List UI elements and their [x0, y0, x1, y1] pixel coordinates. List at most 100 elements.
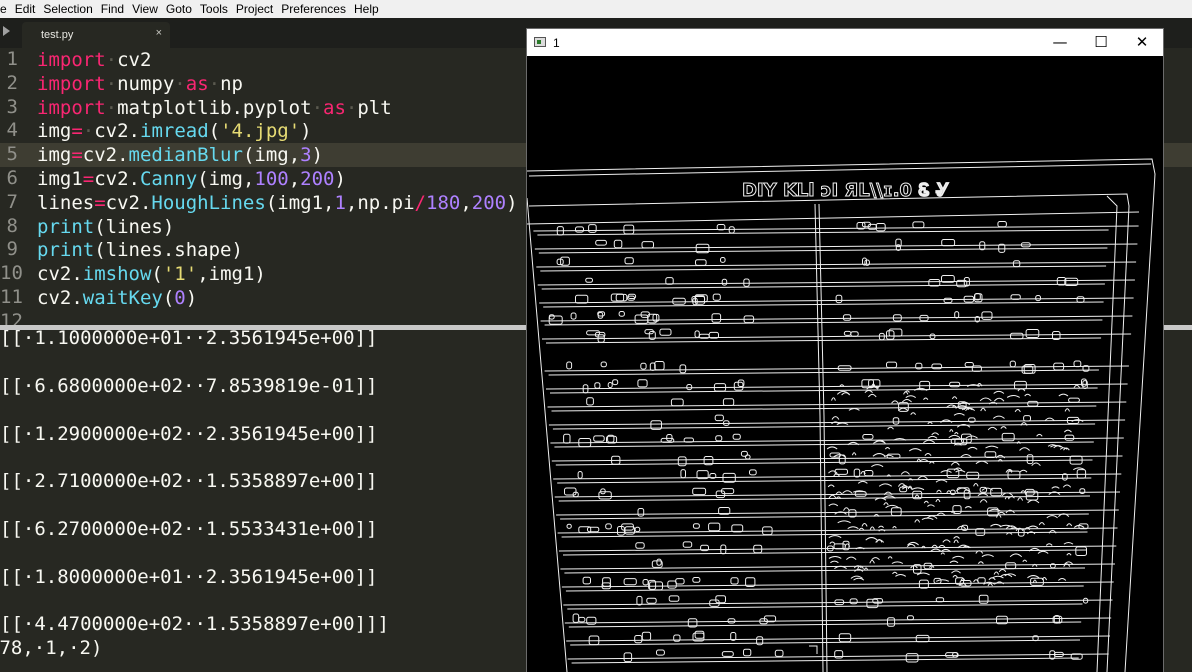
code-token: waitKey [82, 286, 163, 309]
code-token: · [105, 49, 118, 71]
menu-item-edit[interactable]: Edit [11, 2, 40, 16]
line-number: 3 [6, 95, 18, 118]
menu-item-e[interactable]: e [0, 2, 11, 16]
tab-close-icon[interactable]: × [156, 27, 162, 39]
window-title: 1 [553, 36, 560, 50]
code-line[interactable]: img=·cv2.imread('4.jpg') [37, 120, 518, 144]
menu-item-selection[interactable]: Selection [39, 2, 96, 16]
line-number: 10 [0, 262, 23, 285]
code-token: as [323, 96, 346, 119]
menu-item-find[interactable]: Find [97, 2, 128, 16]
code-token: = [71, 120, 83, 143]
menu-item-goto[interactable]: Goto [162, 2, 196, 16]
code-token: 200 [300, 167, 335, 190]
code-token: print [37, 239, 95, 262]
code-token: (lines) [94, 215, 175, 238]
code-token: 100 [254, 167, 289, 190]
code-token: import [37, 96, 106, 119]
code-token: np [220, 72, 243, 95]
line-number: 6 [6, 166, 18, 189]
code-token: '1' [162, 263, 198, 286]
code-token: print [37, 215, 95, 238]
line-number: 11 [0, 285, 23, 308]
code-token: cv2. [105, 191, 152, 214]
code-token: matplotlib.pyplot [117, 96, 312, 119]
output-line: [[·1.2900000e+02··2.3561945e+00]] [0, 423, 378, 445]
output-line: [[·6.6800000e+02··7.8539819e-01]] [0, 375, 378, 397]
line-number: 7 [6, 190, 18, 213]
menu-item-help[interactable]: Help [350, 2, 383, 16]
code-line[interactable] [37, 311, 518, 325]
code-token: / [414, 191, 426, 214]
code-token: cv2. [94, 120, 140, 143]
code-token: ) [185, 286, 198, 309]
code-line[interactable]: img=cv2.medianBlur(img,3) [37, 144, 518, 168]
code-token: cv2 [117, 49, 152, 71]
code-token: (img, [242, 144, 301, 167]
imshow-window[interactable]: 1 — ☐ ✕ DIY KLl ɔI ЯL\\ɪ.0 Ꮛ Ꮍ [526, 28, 1164, 672]
code-token: ,np.pi [345, 191, 415, 214]
minimize-icon[interactable]: — [1039, 29, 1081, 56]
edge-image-canvas: DIY KLl ɔI ЯL\\ɪ.0 Ꮛ Ꮍ [527, 56, 1163, 672]
code-token: = [82, 167, 95, 190]
code-token: Canny [139, 167, 198, 190]
line-number: 2 [6, 71, 18, 94]
menu-item-project[interactable]: Project [232, 2, 277, 16]
window-titlebar[interactable]: 1 — ☐ ✕ [527, 29, 1163, 56]
code-token: · [82, 120, 95, 143]
code-token: imshow [82, 263, 152, 286]
code-token: img1 [37, 167, 83, 190]
code-token: cv2. [82, 144, 129, 167]
code-token: (img1, [265, 191, 335, 214]
code-token: ,img1) [197, 263, 266, 286]
menu-item-view[interactable]: View [128, 2, 162, 16]
menu-item-preferences[interactable]: Preferences [277, 2, 350, 16]
code-token: ) [300, 120, 312, 143]
maximize-icon[interactable]: ☐ [1080, 29, 1122, 56]
menu-bar: e Edit Selection Find View Goto Tools Project Pr… [0, 0, 1192, 18]
output-line: 178,·1,·2) [0, 637, 103, 659]
code-token: (img, [197, 167, 255, 190]
code-token: medianBlur [128, 144, 243, 167]
code-area[interactable]: import·cv2 import·numpy·as·np import·matpl… [37, 49, 518, 325]
code-token: 0 [174, 286, 186, 309]
line-number: 8 [6, 214, 18, 237]
code-token: lines [37, 191, 95, 214]
code-line[interactable]: print(lines.shape) [37, 239, 518, 263]
code-token: · [345, 96, 358, 119]
code-line[interactable]: import·cv2 [37, 49, 518, 73]
code-token: · [105, 72, 118, 95]
code-line[interactable]: import·numpy·as·np [37, 73, 518, 97]
code-token: , [460, 191, 472, 214]
code-line[interactable]: lines=cv2.HoughLines(img1,1,np.pi/180,20… [37, 192, 518, 216]
code-token: · [174, 72, 186, 95]
code-token: cv2. [37, 263, 83, 286]
output-line: [[·1.8000000e+01··2.3561945e+00]] [0, 566, 378, 588]
close-icon[interactable]: ✕ [1121, 29, 1163, 56]
code-token: numpy [117, 72, 175, 95]
line-number: 12 [0, 309, 23, 325]
code-token: HoughLines [151, 191, 266, 214]
code-token: 180 [426, 191, 461, 214]
code-line[interactable]: print(lines) [37, 216, 518, 240]
code-token: '4.jpg' [220, 120, 301, 143]
code-token: · [208, 72, 221, 95]
code-token: imread [140, 120, 209, 143]
code-token: ) [311, 144, 324, 167]
tab-test-py[interactable]: test.py × [22, 22, 170, 48]
code-line[interactable]: import·matplotlib.pyplot·as·plt [37, 97, 518, 121]
line-number: 9 [6, 238, 18, 261]
code-line[interactable]: cv2.imshow('1',img1) [37, 263, 518, 287]
tab-scroll-arrow-icon[interactable] [3, 26, 10, 36]
code-token: ( [162, 286, 175, 309]
code-token: img [37, 144, 72, 167]
code-token: import [37, 72, 106, 95]
line-number-gutter: 1 2 3 4 5 6 7 8 9 10 11 12 [0, 48, 30, 325]
code-token: 1 [334, 191, 346, 214]
menu-item-tools[interactable]: Tools [196, 2, 232, 16]
code-line[interactable]: cv2.waitKey(0) [37, 287, 518, 311]
window-app-icon [534, 37, 546, 47]
code-line[interactable]: img1=cv2.Canny(img,100,200) [37, 168, 518, 192]
output-line: [[·6.2700000e+02··1.5533431e+00]] [0, 518, 378, 540]
code-token: = [94, 191, 106, 214]
